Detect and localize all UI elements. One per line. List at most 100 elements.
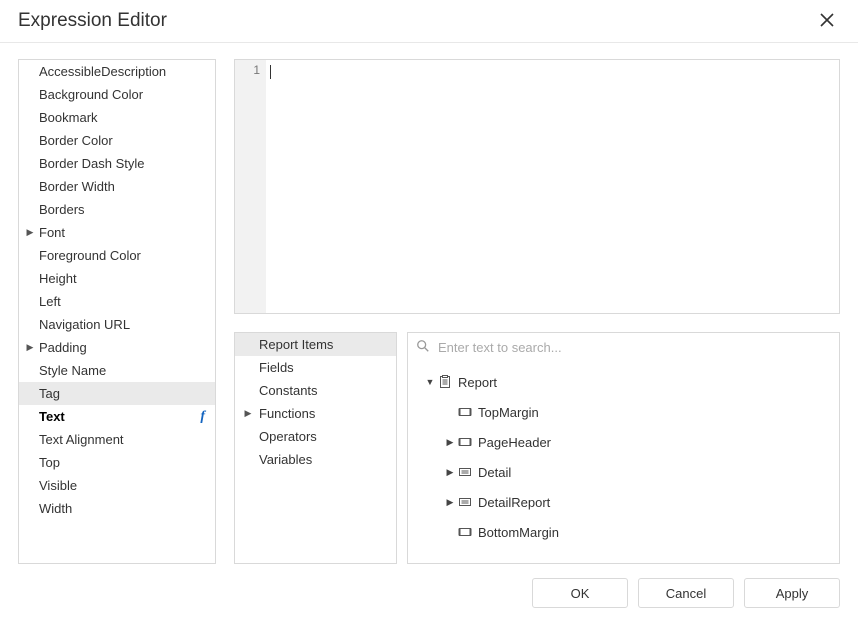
footer-buttons: OK Cancel Apply	[0, 564, 858, 626]
tree-label: PageHeader	[478, 435, 551, 450]
property-item[interactable]: Style Name	[19, 359, 215, 382]
property-item[interactable]: Textf	[19, 405, 215, 428]
chevron-right-icon[interactable]: ▶	[444, 497, 456, 508]
property-label: Navigation URL	[25, 317, 211, 332]
property-label: Border Width	[25, 179, 211, 194]
category-label: Variables	[243, 452, 392, 467]
property-label: Border Dash Style	[25, 156, 211, 171]
band-icon	[458, 525, 472, 539]
dialog-title: Expression Editor	[18, 10, 167, 32]
property-label: Height	[25, 271, 211, 286]
property-label: Border Color	[25, 133, 211, 148]
band-lines-icon	[458, 495, 472, 509]
close-icon[interactable]	[814, 8, 840, 34]
property-item[interactable]: Height	[19, 267, 215, 290]
band-lines-icon	[458, 465, 472, 479]
expression-editor-dialog: Expression Editor AccessibleDescription B…	[0, 0, 858, 626]
property-label: Tag	[25, 386, 211, 401]
tree-label: TopMargin	[478, 405, 539, 420]
chevron-right-icon[interactable]: ▶	[25, 342, 35, 353]
chevron-right-icon[interactable]: ▶	[444, 437, 456, 448]
ok-button[interactable]: OK	[532, 578, 628, 608]
chevron-down-icon[interactable]: ▼	[424, 377, 436, 387]
property-label: Padding	[37, 340, 211, 355]
category-item[interactable]: ▶Functions	[235, 402, 396, 425]
tree-row[interactable]: ▶ Detail	[408, 457, 839, 487]
search-icon	[416, 339, 430, 356]
property-label: Visible	[25, 478, 211, 493]
tree-row[interactable]: ▼ Report	[408, 367, 839, 397]
property-item[interactable]: Top	[19, 451, 215, 474]
property-item[interactable]: Border Color	[19, 129, 215, 152]
property-item[interactable]: Foreground Color	[19, 244, 215, 267]
line-number: 1	[253, 63, 260, 77]
category-label: Fields	[243, 360, 392, 375]
chevron-right-icon[interactable]: ▶	[25, 227, 35, 238]
tree-row[interactable]: ▶ DetailReport	[408, 487, 839, 517]
apply-button[interactable]: Apply	[744, 578, 840, 608]
tree-body[interactable]: ▼ Report TopMargin ▶ PageHeader ▶ Detail ▶ Detai…	[408, 363, 839, 563]
cancel-button[interactable]: Cancel	[638, 578, 734, 608]
property-label: Text Alignment	[25, 432, 211, 447]
category-label: Functions	[255, 406, 392, 421]
property-item[interactable]: Bookmark	[19, 106, 215, 129]
tree-label: DetailReport	[478, 495, 550, 510]
property-label: AccessibleDescription	[25, 64, 211, 79]
tree-row[interactable]: ▶ PageHeader	[408, 427, 839, 457]
property-item[interactable]: Background Color	[19, 83, 215, 106]
lower-panels: Report ItemsFieldsConstants▶FunctionsOpe…	[234, 332, 840, 564]
property-item[interactable]: Tag	[19, 382, 215, 405]
content-area: AccessibleDescription Background Color Boo…	[0, 43, 858, 564]
property-label: Foreground Color	[25, 248, 211, 263]
property-item[interactable]: Borders	[19, 198, 215, 221]
band-icon	[458, 405, 472, 419]
category-label: Report Items	[243, 337, 392, 352]
property-label: Width	[25, 501, 211, 516]
category-label: Constants	[243, 383, 392, 398]
property-item[interactable]: Border Dash Style	[19, 152, 215, 175]
category-item[interactable]: Constants	[235, 379, 396, 402]
clipboard-icon	[438, 375, 452, 389]
property-item[interactable]: ▶Padding	[19, 336, 215, 359]
category-item[interactable]: Fields	[235, 356, 396, 379]
category-item[interactable]: Variables	[235, 448, 396, 471]
right-panel: 1 Report ItemsFieldsConstants▶FunctionsO…	[234, 59, 840, 564]
property-item[interactable]: Navigation URL	[19, 313, 215, 336]
line-gutter: 1	[235, 60, 266, 313]
category-item[interactable]: Operators	[235, 425, 396, 448]
search-input[interactable]	[430, 340, 831, 355]
tree-row[interactable]: BottomMargin	[408, 517, 839, 547]
category-label: Operators	[243, 429, 392, 444]
items-panel: ▼ Report TopMargin ▶ PageHeader ▶ Detail ▶ Detai…	[407, 332, 840, 564]
property-item[interactable]: Left	[19, 290, 215, 313]
chevron-right-icon[interactable]: ▶	[243, 408, 253, 419]
property-item[interactable]: Border Width	[19, 175, 215, 198]
categories-panel[interactable]: Report Items Fields Constants ▶Functions Ope…	[234, 332, 397, 564]
fx-icon: f	[200, 409, 211, 425]
band-icon	[458, 435, 472, 449]
property-label: Background Color	[25, 87, 211, 102]
property-item[interactable]: Width	[19, 497, 215, 520]
tree-label: Report	[458, 375, 497, 390]
title-bar: Expression Editor	[0, 0, 858, 43]
property-label: Top	[25, 455, 211, 470]
properties-panel[interactable]: AccessibleDescription Background Color Boo…	[18, 59, 216, 564]
property-item[interactable]: AccessibleDescription	[19, 60, 215, 83]
property-label: Bookmark	[25, 110, 211, 125]
property-item[interactable]: Visible	[19, 474, 215, 497]
property-label: Borders	[25, 202, 211, 217]
chevron-right-icon[interactable]: ▶	[444, 467, 456, 478]
property-item[interactable]: Text Alignment	[19, 428, 215, 451]
tree-row[interactable]: TopMargin	[408, 397, 839, 427]
code-input[interactable]	[266, 60, 839, 313]
tree-label: Detail	[478, 465, 511, 480]
property-item[interactable]: ▶Font	[19, 221, 215, 244]
tree-label: BottomMargin	[478, 525, 559, 540]
property-label: Style Name	[25, 363, 211, 378]
category-item[interactable]: Report Items	[235, 333, 396, 356]
property-label: Left	[25, 294, 211, 309]
search-row	[408, 333, 839, 363]
property-label: Text	[25, 409, 200, 424]
code-editor[interactable]: 1	[234, 59, 840, 314]
property-label: Font	[37, 225, 211, 240]
